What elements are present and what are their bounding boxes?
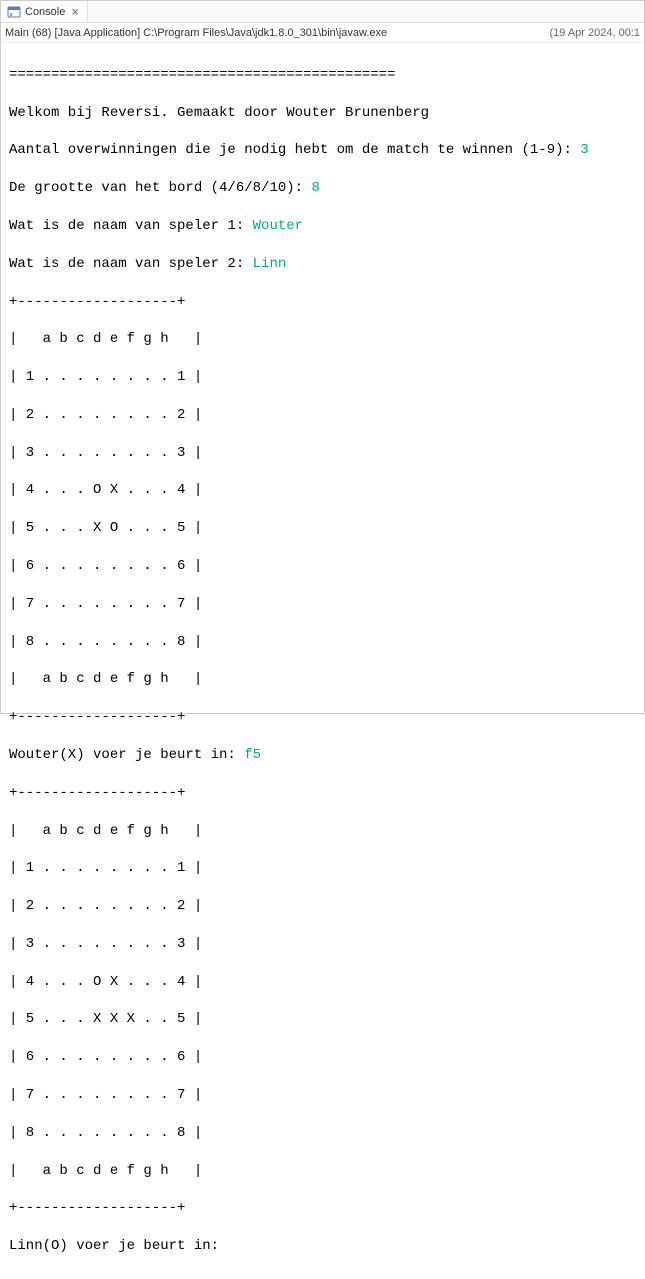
launch-description: Main (68) [Java Application] C:\Program … (5, 27, 387, 39)
launch-timestamp: (19 Apr 2024, 00:1 (549, 27, 640, 39)
board-row: | a b c d e f g h | (9, 330, 636, 349)
board-row: | 3 . . . . . . . . 3 | (9, 935, 636, 954)
board-row: | 8 . . . . . . . . 8 | (9, 1124, 636, 1143)
board-row: | 7 . . . . . . . . 7 | (9, 595, 636, 614)
prompt-player2: Wat is de naam van speler 2: Linn (9, 255, 636, 274)
welcome-line: Welkom bij Reversi. Gemaakt door Wouter … (9, 104, 636, 123)
prompt-wins: Aantal overwinningen die je nodig hebt o… (9, 141, 636, 160)
prompt-turn1: Wouter(X) voer je beurt in: f5 (9, 746, 636, 765)
console-icon (7, 5, 21, 19)
prompt-player1: Wat is de naam van speler 1: Wouter (9, 217, 636, 236)
separator-line: ========================================… (9, 66, 636, 85)
board-row: | 4 . . . O X . . . 4 | (9, 481, 636, 500)
board-row: | 6 . . . . . . . . 6 | (9, 1048, 636, 1067)
board-row: | a b c d e f g h | (9, 822, 636, 841)
prompt-size: De grootte van het bord (4/6/8/10): 8 (9, 179, 636, 198)
console-tab[interactable]: Console × (1, 1, 88, 22)
board-row: | 1 . . . . . . . . 1 | (9, 368, 636, 387)
board-row: | 5 . . . X X X . . 5 | (9, 1010, 636, 1029)
board-row: | 3 . . . . . . . . 3 | (9, 444, 636, 463)
board-row: | 2 . . . . . . . . 2 | (9, 897, 636, 916)
board-row: +-------------------+ (9, 784, 636, 803)
board-row: | 4 . . . O X . . . 4 | (9, 973, 636, 992)
board-row: | a b c d e f g h | (9, 1162, 636, 1181)
board-row: | 7 . . . . . . . . 7 | (9, 1086, 636, 1105)
input-wins: 3 (580, 142, 588, 158)
board-row: | 5 . . . X O . . . 5 | (9, 519, 636, 538)
close-icon[interactable]: × (69, 5, 81, 18)
board-row: +-------------------+ (9, 293, 636, 312)
board-row: | 8 . . . . . . . . 8 | (9, 633, 636, 652)
input-size: 8 (311, 180, 319, 196)
board-row: | 1 . . . . . . . . 1 | (9, 859, 636, 878)
console-output[interactable]: ========================================… (1, 43, 644, 1279)
input-turn1: f5 (244, 747, 261, 763)
board-row: | 2 . . . . . . . . 2 | (9, 406, 636, 425)
board-row: | 6 . . . . . . . . 6 | (9, 557, 636, 576)
board-row: | a b c d e f g h | (9, 670, 636, 689)
input-player1: Wouter (253, 218, 303, 234)
tab-bar: Console × (1, 1, 644, 23)
launch-info-bar: Main (68) [Java Application] C:\Program … (1, 23, 644, 43)
input-player2: Linn (253, 256, 287, 272)
board-row: +-------------------+ (9, 708, 636, 727)
tab-title: Console (25, 6, 65, 18)
board-row: +-------------------+ (9, 1199, 636, 1218)
prompt-turn2: Linn(O) voer je beurt in: (9, 1237, 636, 1256)
